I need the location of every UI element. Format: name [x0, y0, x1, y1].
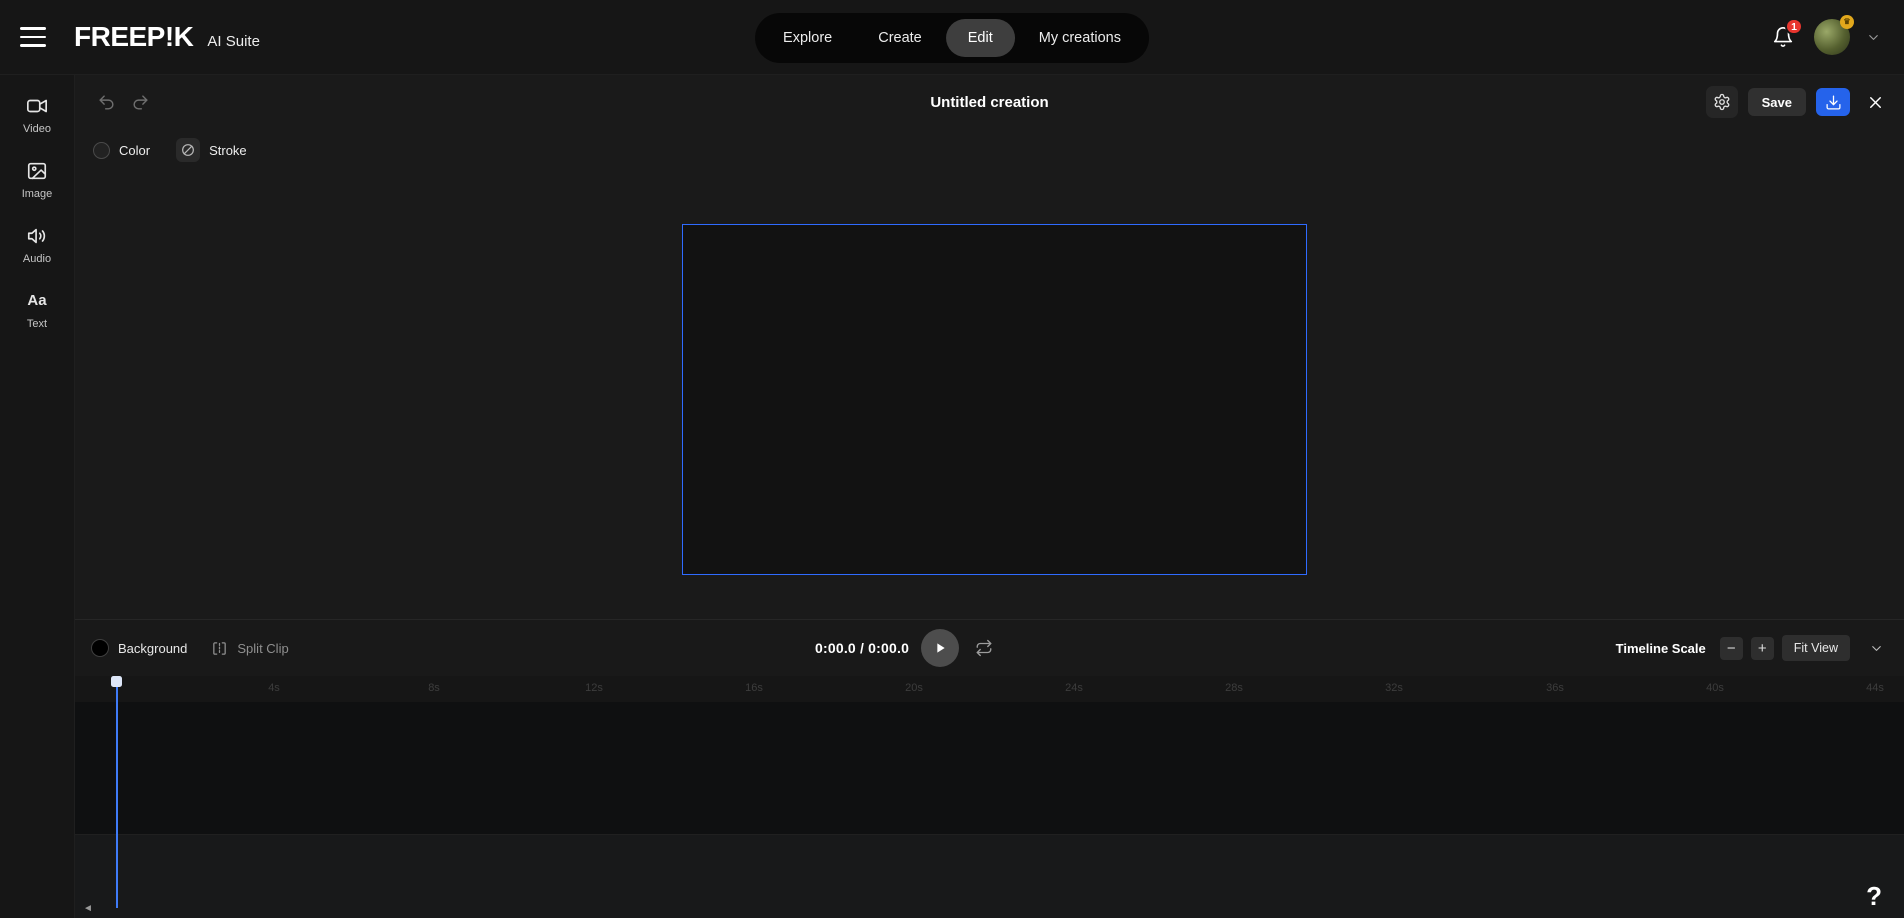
- app-header: FREEP!K AI Suite Explore Create Edit My …: [0, 0, 1904, 75]
- sidebar-item-video[interactable]: Video: [5, 95, 69, 135]
- main-nav: Explore Create Edit My creations: [755, 13, 1149, 63]
- help-button[interactable]: ?: [1866, 881, 1882, 912]
- sidebar-item-audio[interactable]: Audio: [5, 225, 69, 265]
- sidebar-item-image[interactable]: Image: [5, 160, 69, 200]
- nav-tab-explore[interactable]: Explore: [761, 19, 854, 57]
- document-title[interactable]: Untitled creation: [930, 94, 1048, 111]
- play-button[interactable]: [921, 629, 959, 667]
- download-button[interactable]: [1816, 88, 1850, 116]
- notification-badge: 1: [1785, 18, 1803, 35]
- editor-area: Untitled creation Save: [75, 75, 1904, 619]
- timeline: Background Split Clip 0:00.0 / 0:00.0: [75, 619, 1904, 918]
- gear-icon: [1713, 93, 1731, 111]
- chevron-down-icon: [1869, 641, 1884, 656]
- notifications-button[interactable]: 1: [1768, 22, 1798, 52]
- timeline-ruler[interactable]: 4s 8s 12s 16s 20s 24s 28s 32s 36s 40s 44…: [75, 676, 1904, 702]
- crown-badge-icon: ♛: [1840, 15, 1854, 29]
- split-clip-label: Split Clip: [237, 641, 288, 656]
- background-label: Background: [118, 641, 187, 656]
- ruler-tick: 44s: [1866, 682, 1884, 694]
- sidebar-item-label: Video: [23, 123, 51, 135]
- shape-tool-row: Color Stroke: [75, 129, 1904, 171]
- playhead-line: [116, 687, 118, 908]
- no-stroke-icon: [176, 138, 200, 162]
- menu-button[interactable]: [20, 22, 54, 52]
- play-icon: [932, 640, 948, 656]
- playback-controls: 0:00.0 / 0:00.0: [815, 620, 997, 676]
- settings-button[interactable]: [1706, 86, 1738, 118]
- image-icon: [26, 160, 48, 182]
- ruler-tick: 16s: [745, 682, 763, 694]
- timeline-scale-label: Timeline Scale: [1616, 641, 1706, 656]
- sidebar: Video Image Audio Aa Text: [0, 75, 75, 918]
- timeline-toolbar-left: Background Split Clip: [91, 639, 289, 657]
- canvas[interactable]: [75, 171, 1904, 619]
- freepik-logo[interactable]: FREEP!K: [74, 21, 193, 53]
- ruler-tick: 20s: [905, 682, 923, 694]
- suite-label: AI Suite: [207, 33, 260, 50]
- canvas-selection[interactable]: [682, 224, 1307, 575]
- chevron-down-icon: [1866, 30, 1881, 45]
- color-picker[interactable]: Color: [93, 142, 150, 159]
- account-menu-button[interactable]: [1866, 28, 1884, 46]
- nav-tab-edit[interactable]: Edit: [946, 19, 1015, 57]
- fit-view-button[interactable]: Fit View: [1782, 635, 1850, 661]
- zoom-out-button[interactable]: −: [1720, 637, 1743, 660]
- redo-button[interactable]: [123, 85, 157, 119]
- sidebar-item-label: Text: [27, 318, 47, 330]
- ruler-tick: 4s: [268, 682, 280, 694]
- header-right: 1 ♛: [1768, 19, 1884, 55]
- ruler-tick: 32s: [1385, 682, 1403, 694]
- ruler-tick: 12s: [585, 682, 603, 694]
- loop-button[interactable]: [971, 635, 997, 661]
- text-icon: Aa: [27, 290, 46, 312]
- ruler-tick: 36s: [1546, 682, 1564, 694]
- nav-tab-create[interactable]: Create: [856, 19, 944, 57]
- timeline-toolbar: Background Split Clip 0:00.0 / 0:00.0: [75, 620, 1904, 676]
- ruler-tick: 8s: [428, 682, 440, 694]
- stroke-label: Stroke: [209, 143, 247, 158]
- ruler-tick: 28s: [1225, 682, 1243, 694]
- zoom-in-button[interactable]: +: [1751, 637, 1774, 660]
- close-button[interactable]: [1860, 87, 1890, 117]
- avatar[interactable]: ♛: [1814, 19, 1850, 55]
- ruler-tick: 24s: [1065, 682, 1083, 694]
- timeline-tracks[interactable]: [75, 702, 1904, 918]
- redo-icon: [131, 93, 150, 112]
- nav-tab-my-creations[interactable]: My creations: [1017, 19, 1143, 57]
- timeline-scale-controls: Timeline Scale − + Fit View: [1616, 635, 1888, 661]
- undo-icon: [97, 93, 116, 112]
- undo-button[interactable]: [89, 85, 123, 119]
- time-display: 0:00.0 / 0:00.0: [815, 640, 909, 656]
- loop-icon: [975, 639, 993, 657]
- download-icon: [1825, 94, 1842, 111]
- topbar-actions: Save: [1706, 86, 1890, 118]
- split-clip-button[interactable]: Split Clip: [211, 640, 288, 657]
- audio-icon: [26, 225, 48, 247]
- video-icon: [26, 95, 48, 117]
- timeline-tracks-lower[interactable]: [75, 834, 1904, 918]
- brand: FREEP!K AI Suite: [74, 21, 260, 53]
- background-swatch: [91, 639, 109, 657]
- playhead[interactable]: [111, 676, 122, 908]
- close-icon: [1866, 93, 1885, 112]
- scroll-left-arrow-icon[interactable]: ◄: [79, 901, 97, 916]
- editor-topbar: Untitled creation Save: [75, 75, 1904, 129]
- split-clip-icon: [211, 640, 228, 657]
- timeline-collapse-button[interactable]: [1864, 636, 1888, 660]
- background-picker[interactable]: Background: [91, 639, 187, 657]
- playhead-handle[interactable]: [111, 676, 122, 687]
- sidebar-item-text[interactable]: Aa Text: [5, 290, 69, 330]
- ruler-tick: 40s: [1706, 682, 1724, 694]
- save-button[interactable]: Save: [1748, 88, 1806, 116]
- color-swatch: [93, 142, 110, 159]
- sidebar-item-label: Image: [22, 188, 53, 200]
- stroke-picker[interactable]: Stroke: [176, 138, 247, 162]
- color-label: Color: [119, 143, 150, 158]
- sidebar-item-label: Audio: [23, 253, 51, 265]
